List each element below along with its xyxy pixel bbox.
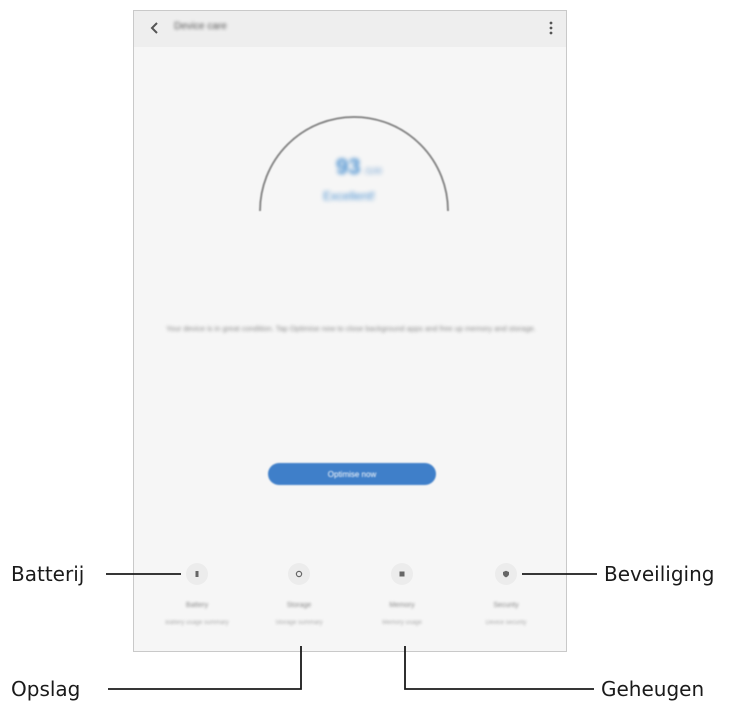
security-callout: Beveiliging <box>604 562 715 586</box>
memory-icon[interactable] <box>391 563 413 585</box>
storage-leader-line <box>108 646 302 690</box>
battery-icon[interactable] <box>186 563 208 585</box>
score-unit: /100 <box>364 166 382 176</box>
battery-sublabel: Battery usage summary <box>165 620 229 626</box>
battery-label[interactable]: Battery <box>152 602 242 609</box>
score-readout: 93 /100 <box>314 154 404 180</box>
status-description: Your device is in great condition. Tap O… <box>166 324 536 333</box>
storage-label[interactable]: Storage <box>254 602 344 609</box>
security-sublabel: Device security <box>485 620 527 626</box>
memory-label[interactable]: Memory <box>357 602 447 609</box>
security-label[interactable]: Security <box>461 602 551 609</box>
storage-callout: Opslag <box>11 677 81 701</box>
storage-icon[interactable] <box>288 563 310 585</box>
security-icon[interactable] <box>495 563 517 585</box>
storage-sublabel: Storage summary <box>275 620 323 626</box>
memory-sublabel: Memory usage <box>382 620 422 626</box>
battery-callout: Batterij <box>11 562 85 586</box>
app-bar: Device care <box>134 11 566 47</box>
score-status: Excellent! <box>322 189 376 203</box>
app-title: Device care <box>174 21 227 32</box>
more-options-icon[interactable] <box>548 20 554 36</box>
memory-callout: Geheugen <box>601 677 705 701</box>
back-arrow-icon[interactable] <box>148 21 162 35</box>
score-value: 93 <box>335 154 361 179</box>
optimise-now-button[interactable]: Optimise now <box>268 463 436 485</box>
memory-leader-line <box>404 646 594 690</box>
tablet-screen: Device care 93 /100 Excellent! Your devi… <box>133 10 567 652</box>
